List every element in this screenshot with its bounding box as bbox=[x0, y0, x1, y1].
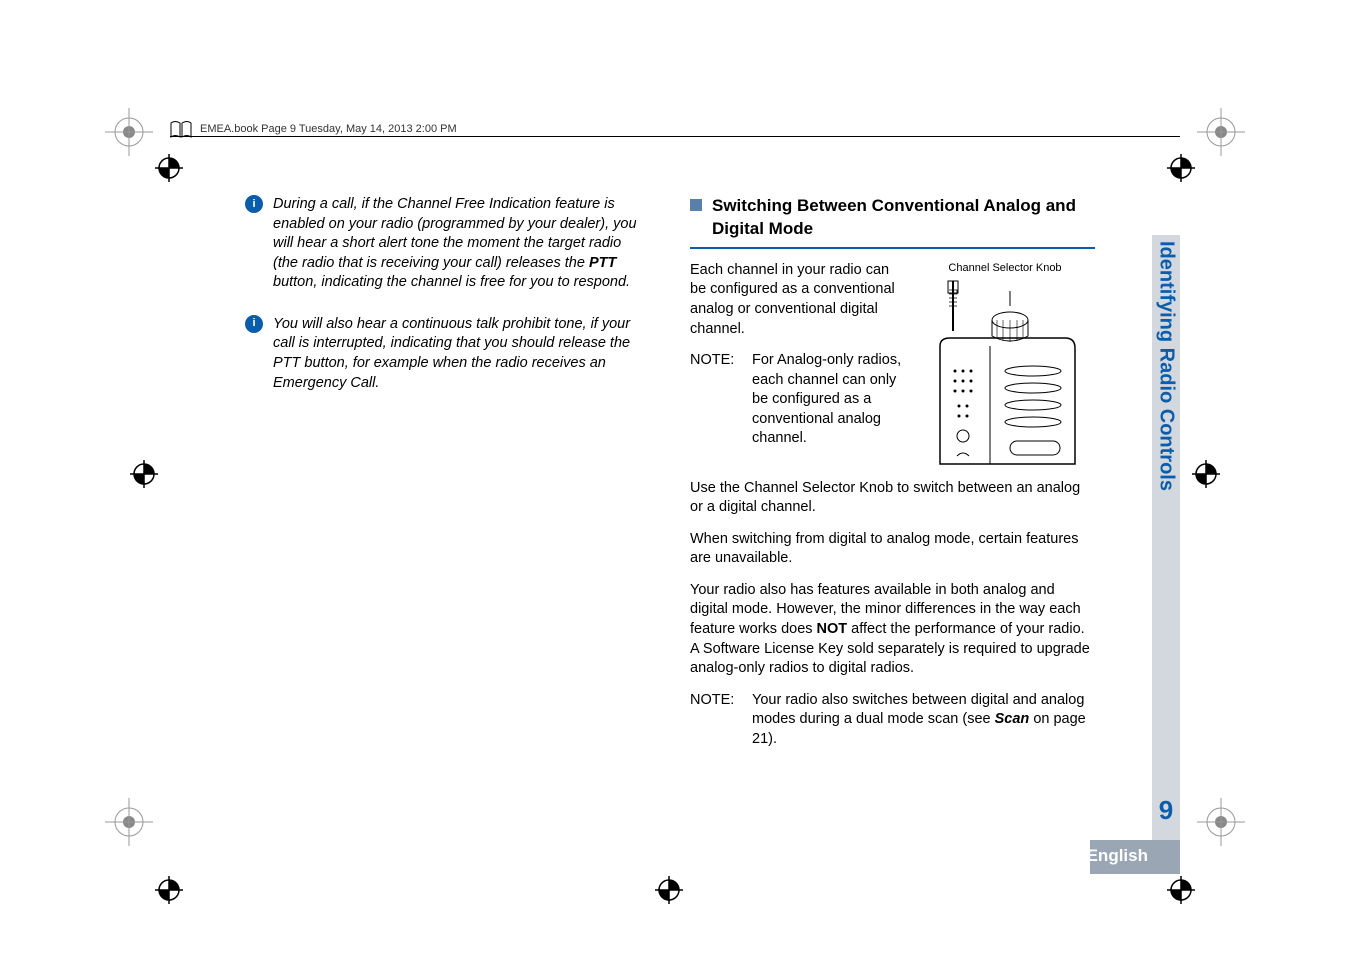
para-use-knob: Use the Channel Selector Knob to switch … bbox=[690, 479, 1095, 518]
left-column: i During a call, if the Channel Free Ind… bbox=[245, 195, 650, 844]
note-body: Your radio also switches between digital… bbox=[752, 691, 1095, 750]
note-body: For Analog-only radios, each channel can… bbox=[752, 351, 905, 449]
note1-part-a: During a call, if the Channel Free Indic… bbox=[273, 196, 637, 271]
note1-part-b: button, indicating the channel is free f… bbox=[273, 274, 630, 290]
channel-free-note: i During a call, if the Channel Free Ind… bbox=[245, 195, 650, 293]
info-icon: i bbox=[245, 315, 263, 333]
radio-drawing-icon bbox=[915, 276, 1095, 466]
right-column: Switching Between Conventional Analog an… bbox=[690, 195, 1095, 844]
registration-mark bbox=[105, 798, 153, 846]
crosshair-icon bbox=[155, 154, 183, 182]
page-number: 9 bbox=[1152, 795, 1180, 826]
crosshair-icon bbox=[1167, 876, 1195, 904]
para-switching: When switching from digital to analog mo… bbox=[690, 530, 1095, 569]
registration-mark bbox=[1197, 798, 1245, 846]
registration-mark bbox=[1197, 108, 1245, 156]
header-rule bbox=[170, 136, 1180, 137]
crosshair-icon bbox=[1192, 460, 1220, 488]
registration-mark bbox=[105, 108, 153, 156]
heading-text: Switching Between Conventional Analog an… bbox=[712, 195, 1095, 241]
scan-bold: Scan bbox=[995, 711, 1030, 727]
crosshair-icon bbox=[1167, 154, 1195, 182]
crosshair-icon bbox=[155, 876, 183, 904]
talk-prohibit-note: i You will also hear a continuous talk p… bbox=[245, 315, 650, 393]
content-area: i During a call, if the Channel Free Ind… bbox=[245, 195, 1095, 844]
note-dual-scan: NOTE: Your radio also switches between d… bbox=[690, 691, 1095, 750]
info-icon: i bbox=[245, 195, 263, 213]
radio-illustration: Channel Selector Knob bbox=[915, 261, 1095, 471]
ptt-bold: PTT bbox=[589, 255, 616, 271]
para-features: Your radio also has features available i… bbox=[690, 581, 1095, 679]
section-heading: Switching Between Conventional Analog an… bbox=[690, 195, 1095, 241]
side-section-label: Identifying Radio Controls bbox=[1152, 235, 1180, 641]
note-label: NOTE: bbox=[690, 351, 742, 449]
note-text: During a call, if the Channel Free Indic… bbox=[273, 195, 650, 293]
note-label: NOTE: bbox=[690, 691, 742, 750]
knob-label: Channel Selector Knob bbox=[915, 261, 1095, 276]
heading-underline bbox=[690, 247, 1095, 249]
note-analog-only: NOTE: For Analog-only radios, each chann… bbox=[690, 351, 905, 449]
language-label: English bbox=[1087, 846, 1148, 866]
note-text: You will also hear a continuous talk pro… bbox=[273, 315, 650, 393]
heading-bullet-icon bbox=[690, 199, 702, 211]
crosshair-icon bbox=[655, 876, 683, 904]
crosshair-icon bbox=[130, 460, 158, 488]
header-text: EMEA.book Page 9 Tuesday, May 14, 2013 2… bbox=[200, 123, 457, 135]
not-bold: NOT bbox=[817, 621, 848, 637]
